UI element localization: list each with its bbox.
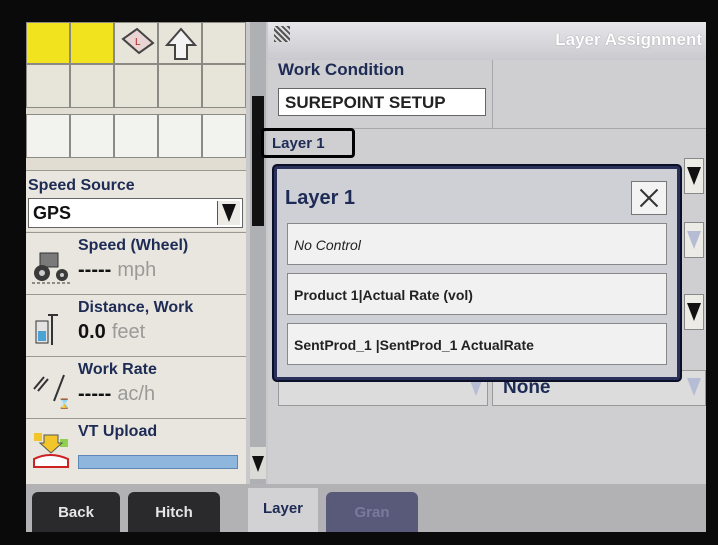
layer-select-dialog: Layer 1 No Control Product 1|Actual Rate… bbox=[274, 166, 680, 380]
speed-source-value: GPS bbox=[33, 203, 72, 223]
grid-cell[interactable] bbox=[114, 64, 158, 108]
chevron-down-icon bbox=[252, 456, 264, 472]
svg-text:L: L bbox=[135, 37, 141, 48]
guidance-icon-cell[interactable]: L bbox=[114, 22, 158, 64]
guidance-icon: L bbox=[121, 27, 155, 55]
work-condition-label: Work Condition bbox=[278, 60, 405, 79]
stat-title: Work Rate bbox=[78, 361, 157, 378]
screen: L Speed Source GPS Speed (Wheel) ----- m… bbox=[26, 22, 706, 532]
grid-cell[interactable] bbox=[70, 114, 114, 158]
dialog-option[interactable]: No Control bbox=[287, 223, 667, 265]
speed-wheel-readout: Speed (Wheel) ----- mph bbox=[26, 232, 246, 295]
work-rate-readout: ⌛ Work Rate ----- ac/h bbox=[26, 356, 246, 419]
dialog-option[interactable]: Product 1|Actual Rate (vol) bbox=[287, 273, 667, 315]
scrollbar[interactable] bbox=[250, 22, 266, 484]
grid-cell[interactable] bbox=[26, 22, 70, 64]
dropdown-button[interactable] bbox=[684, 294, 704, 330]
stat-title: Speed (Wheel) bbox=[78, 237, 189, 254]
stat-number: 0.0 bbox=[78, 321, 106, 343]
divider bbox=[492, 60, 493, 128]
tab-hitch[interactable]: Hitch bbox=[128, 492, 220, 532]
chevron-down-icon bbox=[222, 204, 236, 222]
svg-text:⌛: ⌛ bbox=[58, 397, 70, 409]
grid-cell[interactable] bbox=[114, 114, 158, 158]
dropdown-button[interactable] bbox=[685, 370, 705, 406]
page-title: Layer Assignment bbox=[555, 30, 702, 49]
grid-cell[interactable] bbox=[26, 64, 70, 108]
layer-label-highlight[interactable]: Layer 1 bbox=[261, 128, 355, 158]
stat-unit: mph bbox=[117, 259, 157, 281]
tractor-icon bbox=[32, 252, 70, 284]
work-rate-icon: ⌛ bbox=[33, 374, 70, 409]
grid-cell[interactable] bbox=[202, 114, 246, 158]
stat-unit: feet bbox=[111, 321, 146, 343]
dropdown-button[interactable] bbox=[684, 222, 704, 258]
stat-number: ----- bbox=[78, 259, 112, 281]
upload-progress-bar bbox=[78, 455, 238, 469]
tab-label: Gran bbox=[354, 504, 390, 521]
vt-upload-readout: VT Upload bbox=[26, 418, 246, 485]
stat-value: ----- ac/h bbox=[78, 383, 155, 406]
grid-cell[interactable] bbox=[202, 22, 246, 64]
option-label: Product 1|Actual Rate (vol) bbox=[294, 287, 473, 303]
work-condition-value: SUREPOINT SETUP bbox=[285, 93, 446, 112]
stat-unit: ac/h bbox=[117, 383, 156, 405]
grid-cell[interactable] bbox=[26, 114, 70, 158]
dialog-option[interactable]: SentProd_1 |SentProd_1 ActualRate bbox=[287, 323, 667, 365]
stat-title: Distance, Work bbox=[78, 299, 194, 316]
implement-icon bbox=[35, 314, 58, 345]
shortcut-grid: L bbox=[26, 22, 246, 162]
chevron-down-icon bbox=[687, 167, 701, 185]
grid-cell[interactable] bbox=[158, 64, 202, 108]
layer-label: Layer 1 bbox=[272, 135, 325, 152]
up-arrow-icon bbox=[164, 27, 198, 60]
grid-cell[interactable] bbox=[158, 114, 202, 158]
work-condition-field[interactable]: SUREPOINT SETUP bbox=[278, 88, 486, 116]
back-button[interactable]: Back bbox=[32, 492, 120, 532]
panel-header: Layer Assignment bbox=[268, 22, 706, 60]
grid-cell[interactable] bbox=[70, 22, 114, 64]
upload-icon bbox=[33, 433, 69, 468]
chevron-down-icon bbox=[687, 231, 701, 249]
none-value: None bbox=[503, 377, 551, 398]
stat-value: ----- mph bbox=[78, 259, 156, 282]
tab-layer[interactable]: Layer bbox=[248, 488, 318, 532]
scroll-down-button[interactable] bbox=[250, 447, 266, 479]
grid-cell[interactable] bbox=[202, 64, 246, 108]
stat-number: ----- bbox=[78, 383, 112, 405]
tab-label: Back bbox=[58, 504, 94, 521]
close-icon[interactable] bbox=[631, 181, 667, 215]
speed-source-panel: Speed Source GPS bbox=[26, 170, 246, 231]
option-label: No Control bbox=[294, 237, 361, 253]
layer-dropdown-button[interactable] bbox=[684, 158, 704, 194]
speed-source-select[interactable]: GPS bbox=[28, 198, 243, 228]
left-panel: L Speed Source GPS Speed (Wheel) ----- m… bbox=[26, 22, 246, 485]
option-label: SentProd_1 |SentProd_1 ActualRate bbox=[294, 337, 534, 353]
chevron-down-icon bbox=[687, 378, 701, 396]
app-logo-icon bbox=[274, 26, 290, 42]
stat-title: VT Upload bbox=[78, 423, 158, 440]
distance-work-readout: Distance, Work 0.0 feet bbox=[26, 294, 246, 357]
chevron-down-icon bbox=[469, 378, 483, 396]
tab-label: Layer bbox=[262, 500, 304, 517]
up-arrow-cell[interactable] bbox=[158, 22, 202, 64]
chevron-down-icon bbox=[687, 303, 701, 321]
speed-source-label: Speed Source bbox=[28, 177, 135, 194]
scrollbar-thumb[interactable] bbox=[252, 96, 264, 226]
stat-value: 0.0 feet bbox=[78, 321, 145, 344]
tab-gran[interactable]: Gran bbox=[326, 492, 418, 532]
tab-label: Hitch bbox=[155, 504, 193, 521]
dialog-title: Layer 1 bbox=[285, 187, 356, 209]
dropdown-button[interactable] bbox=[217, 201, 240, 225]
grid-cell[interactable] bbox=[70, 64, 114, 108]
